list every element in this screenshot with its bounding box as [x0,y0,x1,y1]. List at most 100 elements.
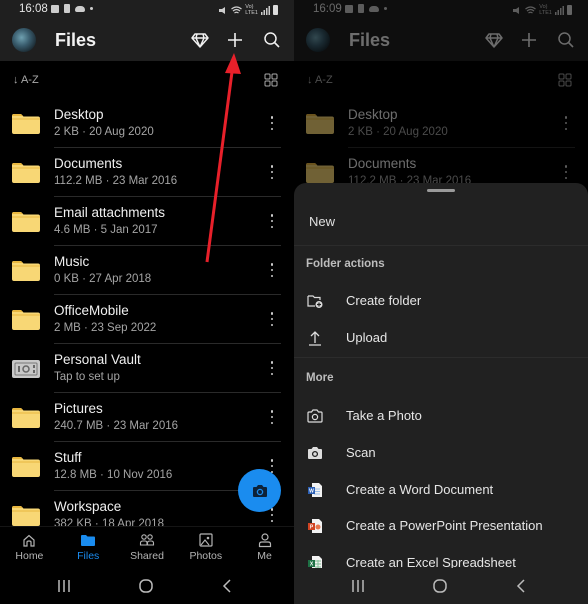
file-meta: 12.8 MB · 10 Nov 2016 [54,469,173,481]
wifi-icon [231,5,243,13]
file-list-item[interactable]: Documents 112.2 MB · 23 Mar 2016 [0,148,294,197]
more-options-icon[interactable] [270,410,274,424]
nav-tab-shared[interactable]: Shared [118,527,177,568]
recent-apps-icon[interactable] [349,577,367,595]
more-options-icon[interactable] [270,459,274,473]
status-time: 16:08 [19,3,48,15]
nav-tab-photos[interactable]: Photos [176,527,235,568]
file-list-item[interactable]: Pictures 240.7 MB · 23 Mar 2016 [0,393,294,442]
home-button-icon[interactable] [431,577,449,595]
file-list-item[interactable]: Desktop 2 KB · 20 Aug 2020 [294,99,588,148]
file-meta: 112.2 MB · 23 Mar 2016 [54,175,178,187]
volte-lte-icon: Vo) LTE1 [245,4,258,16]
app-bar: 16:09 Vo) LTE1 Files [294,0,588,61]
create-folder-action[interactable]: Create folder [294,286,588,318]
more-options-icon[interactable] [270,165,274,179]
create-powerpoint-presentation-action[interactable]: P Create a PowerPoint Presentation [294,511,588,543]
grid-view-icon [558,73,572,87]
file-list-item[interactable]: Music 0 KB · 27 Apr 2018 [0,246,294,295]
file-name: Documents [348,156,417,171]
search-icon[interactable] [262,30,282,50]
scan-label: Scan [346,445,376,460]
take-photo-label: Take a Photo [346,408,422,423]
app-bar: 16:08 Vo) LTE1 Files [0,0,294,61]
gallery-notification-icon [51,4,59,13]
home-button-icon[interactable] [137,577,155,595]
system-status-icons: Vo) LTE1 [218,4,278,16]
sheet-drag-handle[interactable] [427,189,455,192]
folder-icon [12,506,40,526]
more-options-icon[interactable] [564,116,568,130]
premium-diamond-icon [485,33,503,48]
folder-icon [12,310,40,330]
nav-tab-me[interactable]: Me [235,527,294,568]
gallery-notification-icon [345,4,353,13]
scan-action[interactable]: Scan [294,438,588,470]
file-list-item[interactable]: Desktop 2 KB · 20 Aug 2020 [0,99,294,148]
premium-diamond-icon[interactable] [190,30,210,50]
add-plus-icon[interactable] [225,30,245,50]
nav-tab-home[interactable]: Home [0,527,59,568]
new-bottom-sheet: New Folder actions Create folder Upload … [294,183,588,604]
file-name: Documents [54,156,123,171]
add-plus-icon [522,33,536,47]
page-title: Files [55,30,97,50]
avatar[interactable] [12,28,36,52]
create-powerpoint-presentation-label: Create a PowerPoint Presentation [346,518,543,533]
more-options-icon[interactable] [270,116,274,130]
bottom-navigation: Home Files Shared Photos Me [0,526,294,568]
file-name: Personal Vault [54,352,141,367]
upload-icon [309,331,321,346]
more-options-icon[interactable] [270,214,274,228]
mute-icon [219,6,226,14]
section-heading-more: More [306,372,334,384]
grid-view-icon[interactable] [264,73,278,87]
file-meta: Tap to set up [54,371,120,383]
nav-tab-label: Me [257,550,272,562]
file-list-item[interactable]: OfficeMobile 2 MB · 23 Sep 2022 [0,295,294,344]
more-options-icon[interactable] [270,361,274,375]
file-name: OfficeMobile [54,303,129,318]
sim-notification-icon [64,4,70,13]
more-options-icon[interactable] [270,508,274,522]
file-list-item[interactable]: Personal Vault Tap to set up [0,344,294,393]
avatar [306,28,330,52]
file-name: Email attachments [54,205,166,220]
shared-icon [139,534,155,546]
file-name: Desktop [348,107,398,122]
more-options-icon[interactable] [270,263,274,277]
more-options-icon[interactable] [270,312,274,326]
files-screen: 16:08 Vo) LTE1 Files ↓ A-Z Desktop 2 KB … [0,0,294,604]
upload-action[interactable]: Upload [294,323,588,355]
sort-az-button: ↓ A-Z [307,74,333,86]
sort-az-button[interactable]: ↓ A-Z [13,74,39,86]
recent-apps-icon[interactable] [55,577,73,595]
folder-icon [12,163,40,183]
file-meta: 2 KB · 20 Aug 2020 [348,126,448,138]
section-heading-folder-actions: Folder actions [306,258,385,270]
signal-icon [261,5,270,15]
folder-icon [12,114,40,134]
cloud-notification-icon [369,5,379,12]
back-icon[interactable] [219,577,237,595]
file-list-item[interactable]: Email attachments 4.6 MB · 5 Jan 2017 [0,197,294,246]
nav-tab-files[interactable]: Files [59,527,118,568]
signal-icon [555,5,564,15]
file-name: Desktop [54,107,104,122]
folder-icon [12,212,40,232]
folder-icon [12,261,40,281]
cloud-notification-icon [75,5,85,12]
back-icon[interactable] [513,577,531,595]
search-icon [558,32,574,48]
take-photo-action[interactable]: Take a Photo [294,401,588,433]
notification-icons [345,4,387,13]
file-name: Music [54,254,90,269]
photos-icon [199,533,213,547]
folder-icon [306,114,334,134]
create-word-document-action[interactable]: W Create a Word Document [294,475,588,507]
camera-fab-button[interactable] [238,469,281,512]
sim-notification-icon [358,4,364,13]
more-options-icon[interactable] [564,165,568,179]
divider [294,245,588,246]
system-navigation-bar [0,568,294,604]
